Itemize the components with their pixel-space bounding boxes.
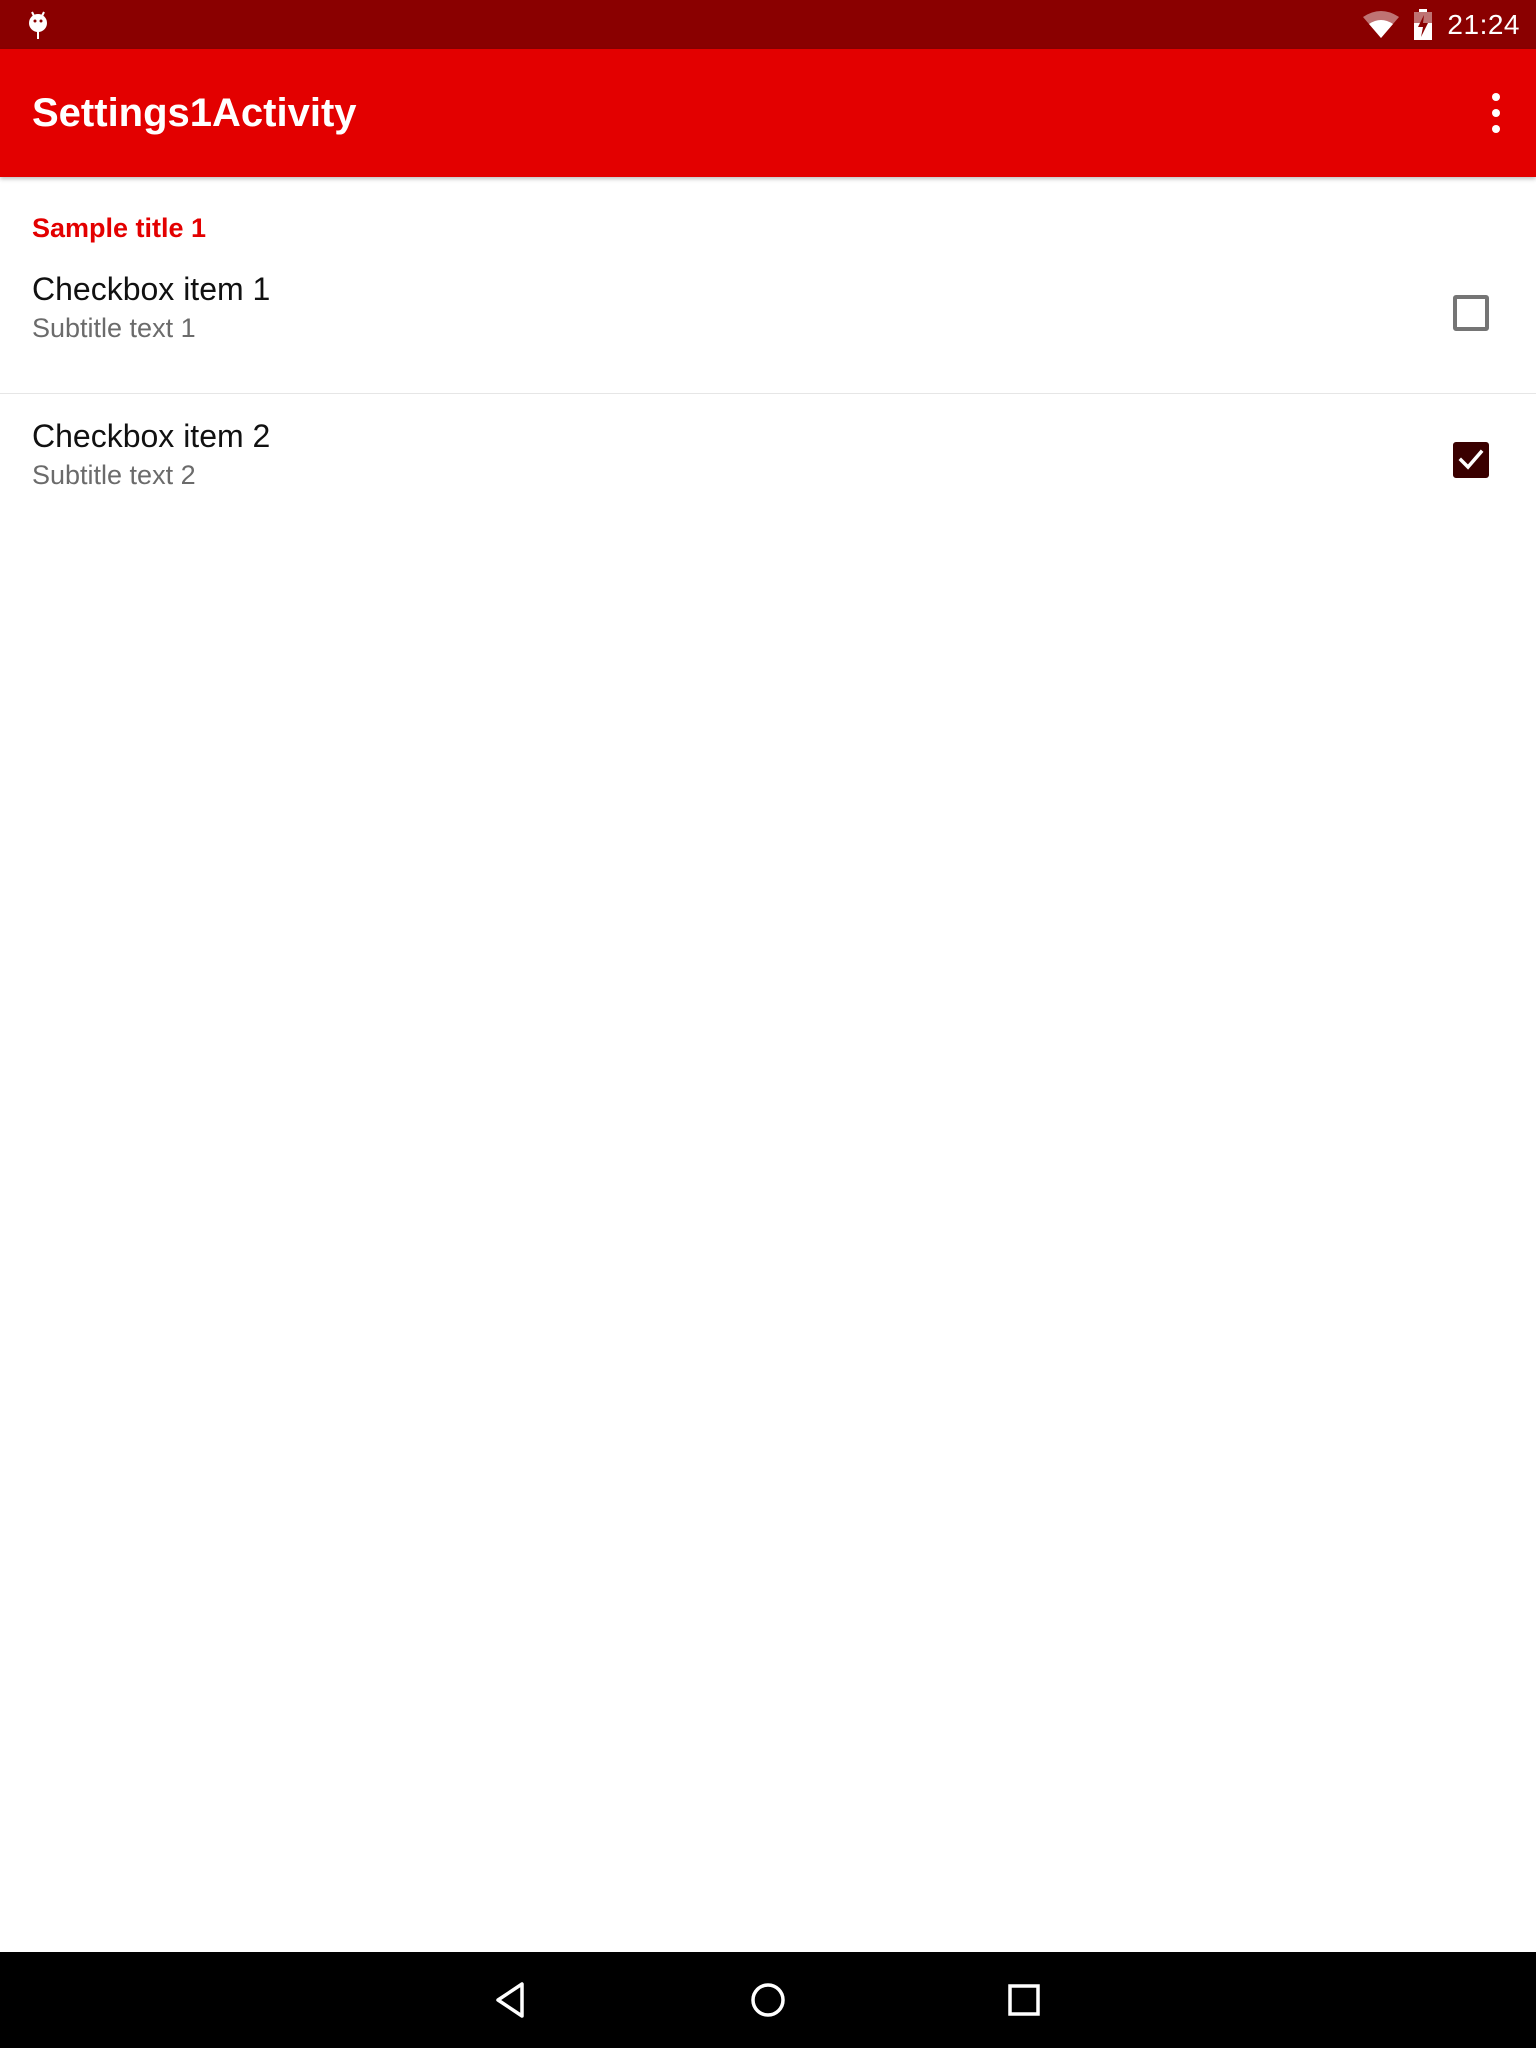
back-icon[interactable] (488, 1976, 536, 2024)
android-debug-icon (29, 11, 47, 39)
recents-icon[interactable] (1000, 1976, 1048, 2024)
preference-summary: Subtitle text 1 (32, 313, 196, 343)
checkbox-2[interactable] (1453, 442, 1489, 478)
preference-category-title: Sample title 1 (32, 213, 207, 243)
home-icon[interactable] (744, 1976, 792, 2024)
checkbox-preference-1[interactable]: Checkbox item 1 Subtitle text 1 (0, 247, 1536, 393)
app-bar-title: Settings1Activity (32, 91, 357, 135)
checkbox-preference-2[interactable]: Checkbox item 2 Subtitle text 2 (0, 394, 1536, 540)
preference-title: Checkbox item 1 (32, 271, 271, 307)
overflow-menu-icon[interactable] (1482, 89, 1510, 137)
status-bar: 21:24 (0, 0, 1536, 49)
screen: 21:24 Settings1Activity Sample title 1 C… (0, 0, 1536, 2048)
status-time: 21:24 (1447, 8, 1520, 40)
battery-charging-icon (1414, 8, 1433, 40)
preference-summary: Subtitle text 2 (32, 460, 196, 490)
wifi-icon (1363, 10, 1400, 38)
navigation-bar (0, 1952, 1536, 2048)
app-bar: Settings1Activity (0, 49, 1536, 177)
checkbox-1[interactable] (1453, 295, 1489, 331)
preference-title: Checkbox item 2 (32, 418, 271, 454)
status-icons: 21:24 (1363, 0, 1520, 49)
check-icon (1458, 449, 1484, 470)
